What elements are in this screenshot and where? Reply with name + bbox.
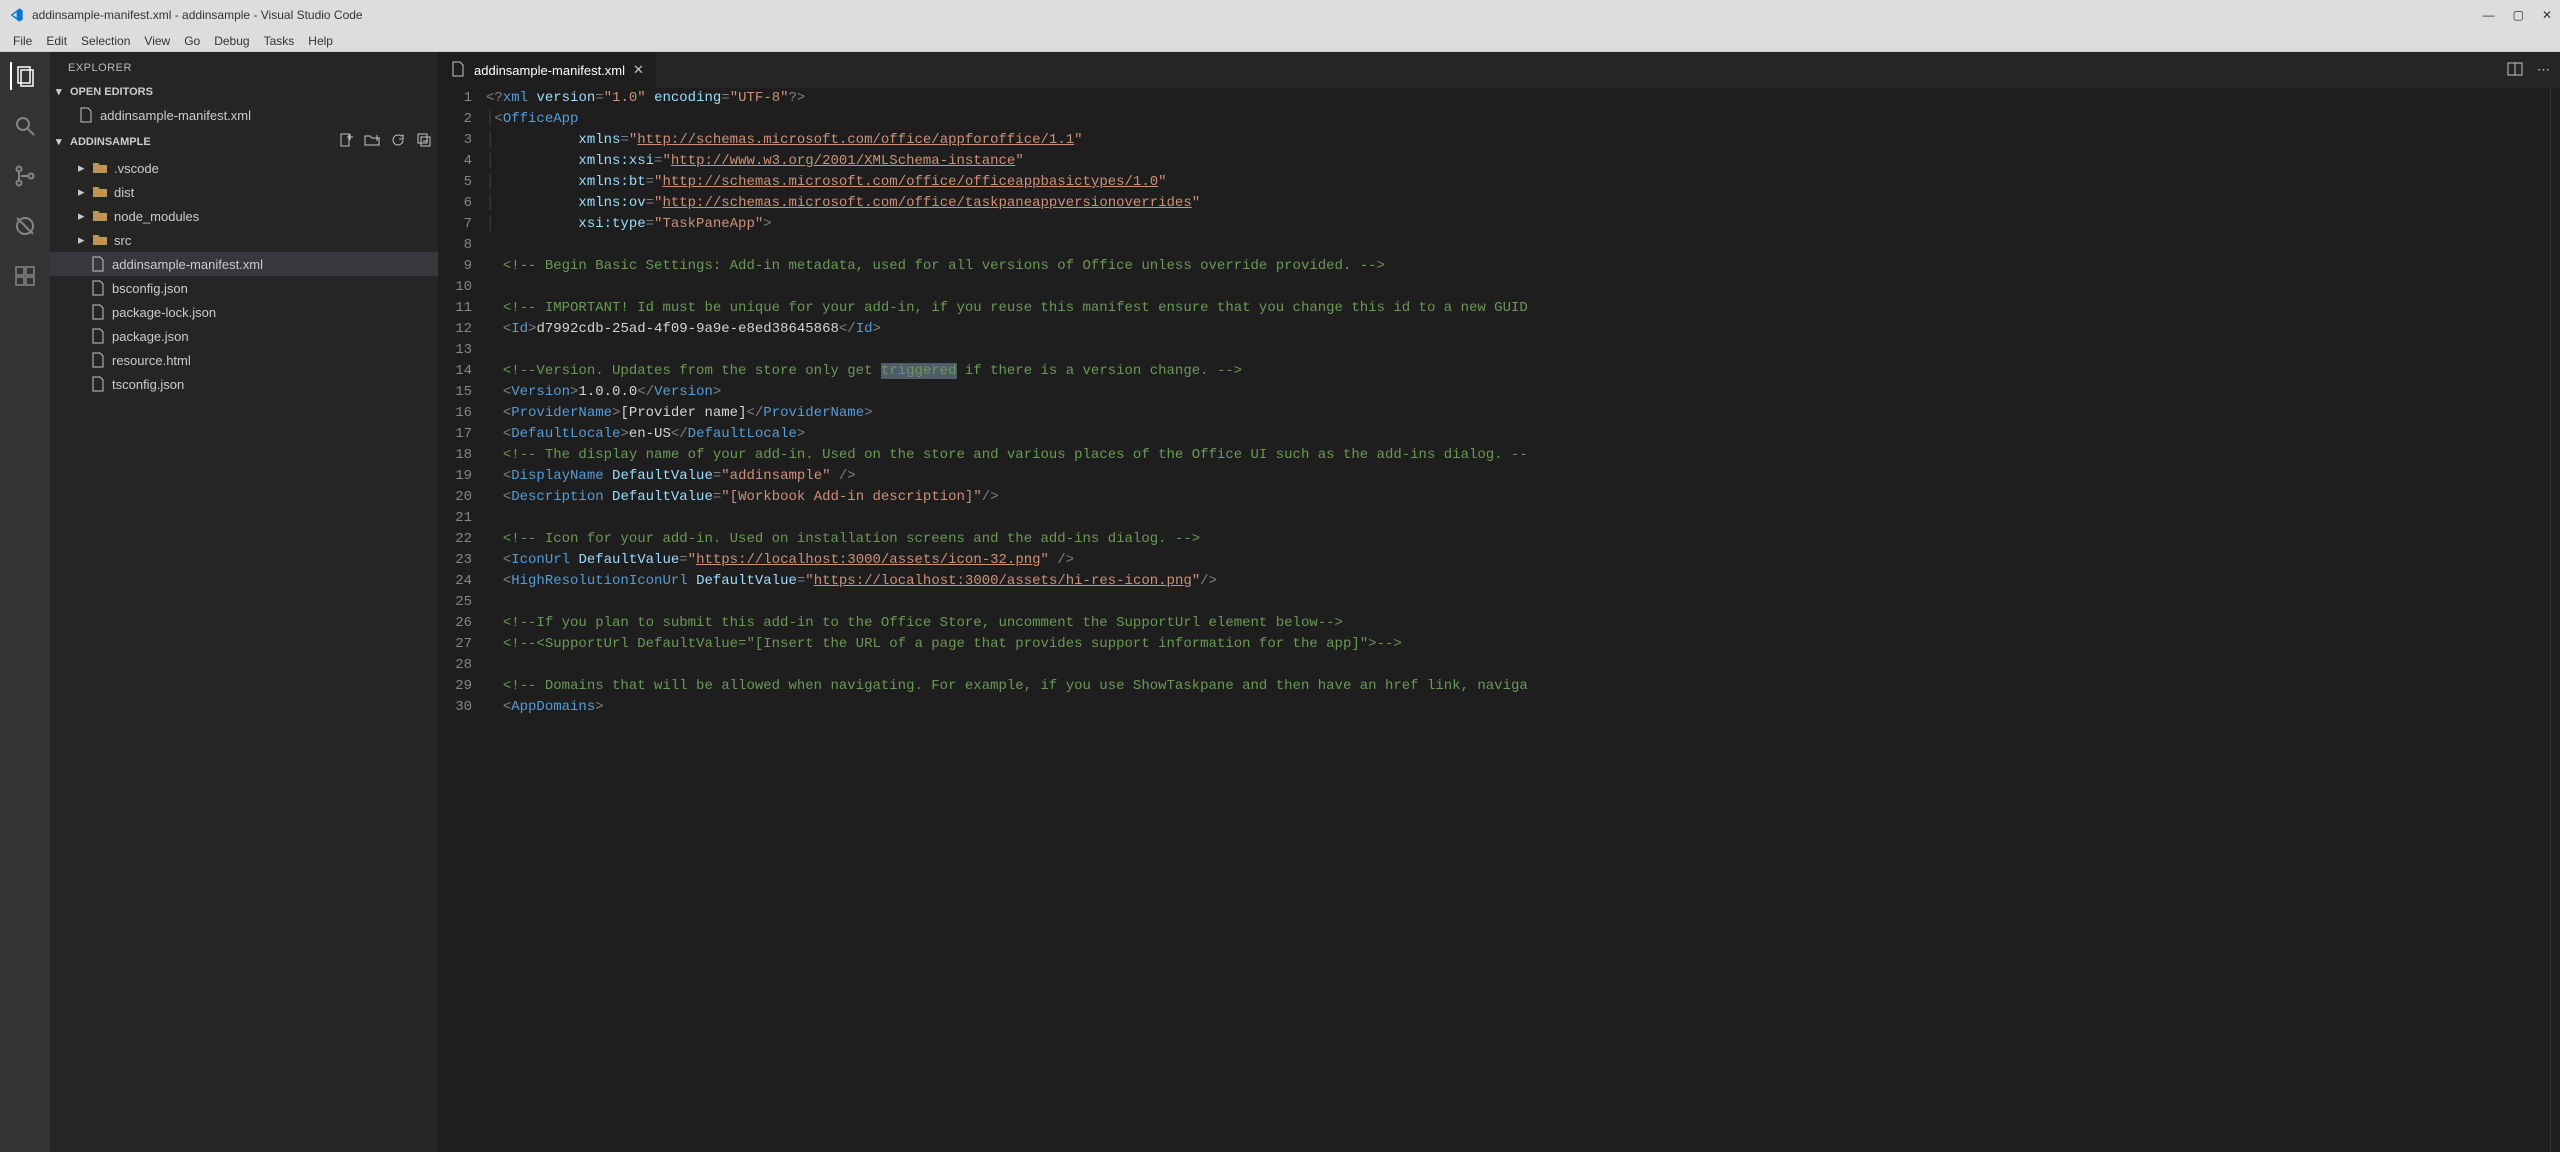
new-folder-icon[interactable]: [364, 132, 380, 151]
split-editor-icon[interactable]: [2507, 61, 2523, 80]
folder-item[interactable]: ▸dist: [50, 180, 438, 204]
file-icon: [90, 256, 106, 272]
file-icon: [90, 280, 106, 296]
new-file-icon[interactable]: [338, 132, 354, 151]
extensions-icon[interactable]: [11, 262, 39, 290]
menu-bar: FileEditSelectionViewGoDebugTasksHelp: [0, 30, 2560, 52]
file-icon: [90, 352, 106, 368]
menu-edit[interactable]: Edit: [39, 34, 74, 48]
file-icon: [90, 328, 106, 344]
folder-icon: [92, 160, 108, 176]
more-actions-icon[interactable]: ⋯: [2537, 62, 2550, 78]
open-editors-section[interactable]: ▾ OPEN EDITORS: [50, 82, 438, 101]
file-icon: [90, 376, 106, 392]
maximize-button[interactable]: ▢: [2513, 8, 2524, 22]
collapse-all-icon[interactable]: [416, 132, 432, 151]
file-item[interactable]: addinsample-manifest.xml: [50, 252, 438, 276]
vscode-logo-icon: [8, 7, 24, 23]
folder-icon: [92, 184, 108, 200]
chevron-down-icon: ▾: [56, 135, 68, 148]
file-item[interactable]: resource.html: [50, 348, 438, 372]
minimap[interactable]: [2550, 88, 2560, 1152]
close-window-button[interactable]: ✕: [2542, 8, 2552, 22]
file-item[interactable]: package-lock.json: [50, 300, 438, 324]
file-item[interactable]: bsconfig.json: [50, 276, 438, 300]
project-section[interactable]: ▾ ADDINSAMPLE: [50, 129, 438, 154]
open-editor-item[interactable]: addinsample-manifest.xml: [50, 103, 438, 127]
menu-debug[interactable]: Debug: [207, 34, 256, 48]
chevron-down-icon: ▾: [56, 85, 68, 98]
menu-go[interactable]: Go: [177, 34, 207, 48]
chevron-right-icon: ▸: [78, 160, 90, 176]
file-icon: [90, 304, 106, 320]
folder-icon: [92, 208, 108, 224]
debug-icon[interactable]: [11, 212, 39, 240]
chevron-right-icon: ▸: [78, 184, 90, 200]
folder-icon: [92, 232, 108, 248]
menu-view[interactable]: View: [137, 34, 177, 48]
menu-file[interactable]: File: [6, 34, 39, 48]
menu-tasks[interactable]: Tasks: [257, 34, 302, 48]
menu-selection[interactable]: Selection: [74, 34, 137, 48]
code-editor[interactable]: 1234567891011121314151617181920212223242…: [438, 88, 2560, 1152]
editor-area: addinsample-manifest.xml ✕ ⋯ 12345678910…: [438, 52, 2560, 1152]
folder-item[interactable]: ▸node_modules: [50, 204, 438, 228]
tab-bar: addinsample-manifest.xml ✕ ⋯: [438, 52, 2560, 88]
file-item[interactable]: tsconfig.json: [50, 372, 438, 396]
chevron-right-icon: ▸: [78, 208, 90, 224]
window-title: addinsample-manifest.xml - addinsample -…: [32, 8, 363, 22]
menu-help[interactable]: Help: [301, 34, 340, 48]
explorer-icon[interactable]: [10, 62, 38, 90]
minimize-button[interactable]: —: [2483, 8, 2495, 22]
folder-item[interactable]: ▸src: [50, 228, 438, 252]
activity-bar: [0, 52, 50, 1152]
refresh-icon[interactable]: [390, 132, 406, 151]
sidebar: EXPLORER ▾ OPEN EDITORS addinsample-mani…: [50, 52, 438, 1152]
sidebar-title: EXPLORER: [50, 52, 438, 82]
search-icon[interactable]: [11, 112, 39, 140]
file-icon: [450, 61, 466, 80]
file-icon: [78, 107, 94, 123]
file-item[interactable]: package.json: [50, 324, 438, 348]
chevron-right-icon: ▸: [78, 232, 90, 248]
tab-filename: addinsample-manifest.xml: [474, 63, 625, 78]
explorer-actions: [338, 132, 432, 151]
title-bar: addinsample-manifest.xml - addinsample -…: [0, 0, 2560, 30]
close-tab-icon[interactable]: ✕: [633, 62, 644, 78]
source-control-icon[interactable]: [11, 162, 39, 190]
tab-active[interactable]: addinsample-manifest.xml ✕: [438, 52, 657, 88]
folder-item[interactable]: ▸.vscode: [50, 156, 438, 180]
